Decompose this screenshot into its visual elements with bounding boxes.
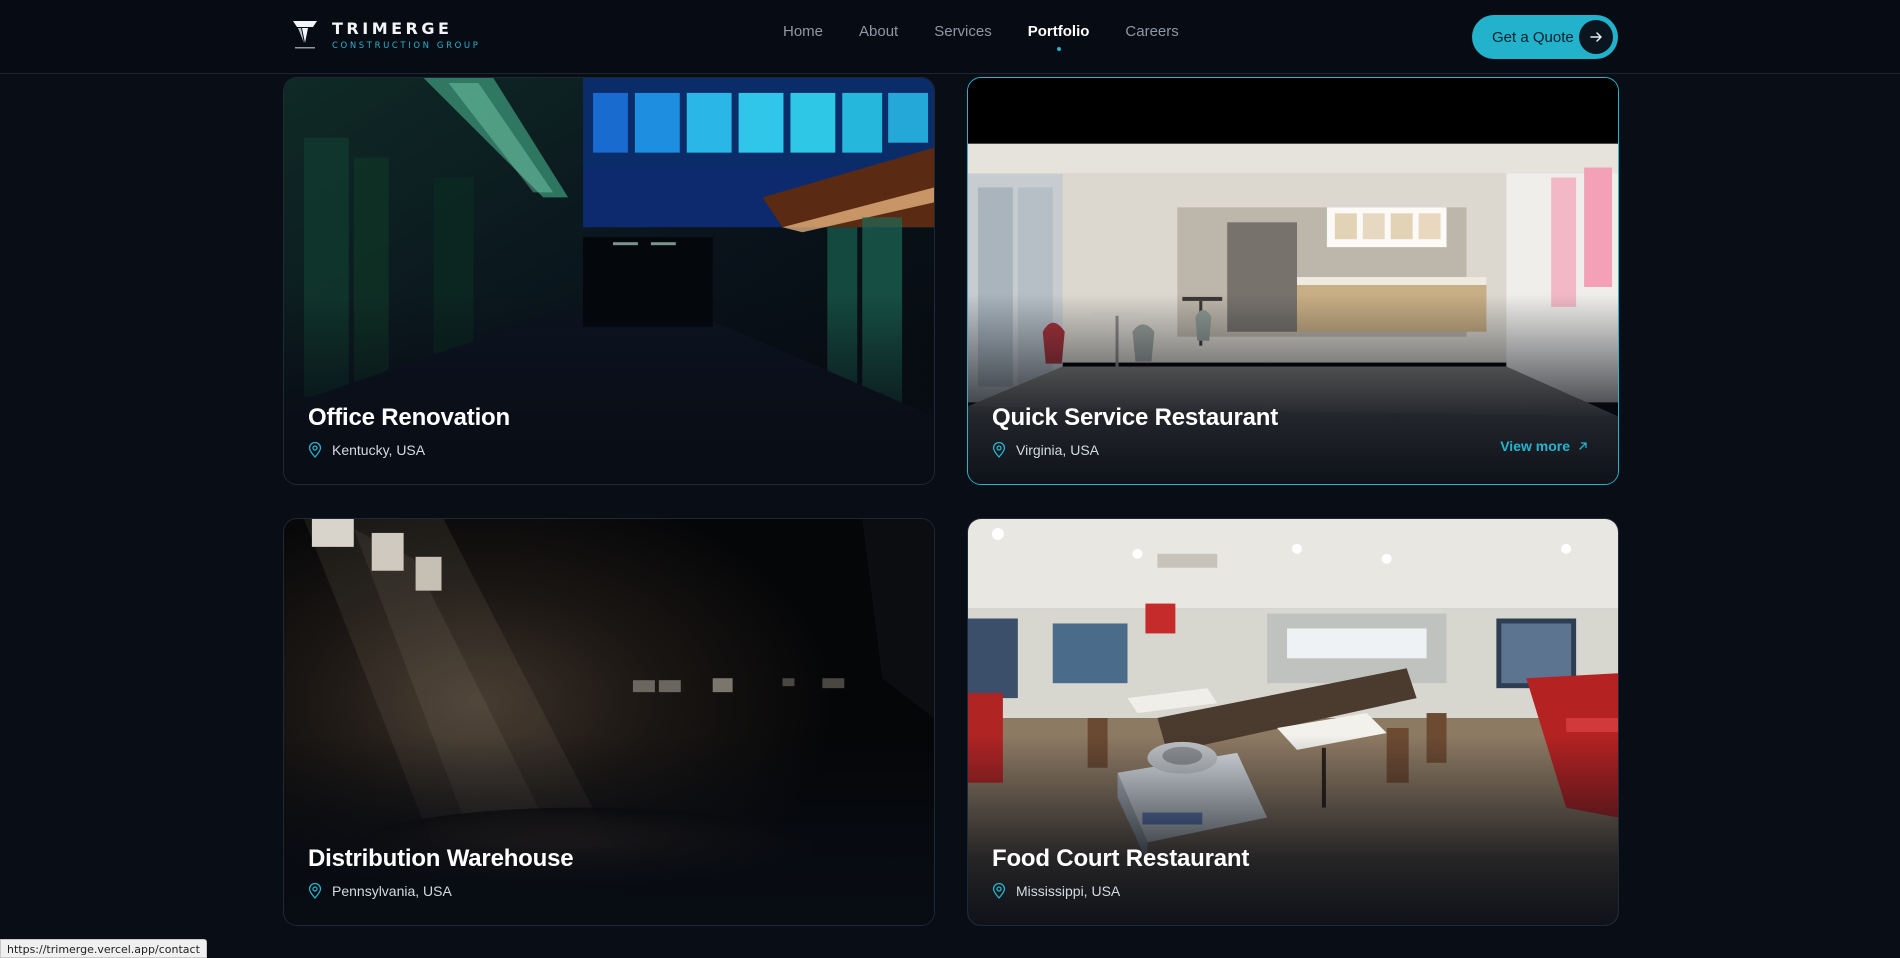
project-title: Quick Service Restaurant xyxy=(992,404,1279,431)
get-a-quote-button[interactable]: Get a Quote xyxy=(1472,15,1618,59)
trimerge-logo-icon xyxy=(293,21,317,49)
main-nav: Home About Services Portfolio Careers xyxy=(783,22,1179,51)
nav-services[interactable]: Services xyxy=(934,22,992,42)
brand-tagline: CONSTRUCTION GROUP xyxy=(332,41,481,51)
project-title: Office Renovation xyxy=(308,404,510,431)
arrow-up-right-icon xyxy=(1579,442,1587,450)
location-pin-icon xyxy=(308,442,322,458)
nav-careers[interactable]: Careers xyxy=(1125,22,1178,42)
get-a-quote-label: Get a Quote xyxy=(1492,28,1574,46)
project-card-office-renovation[interactable]: Office Renovation Kentucky, USA xyxy=(283,77,935,485)
project-title: Distribution Warehouse xyxy=(308,845,574,872)
brand-name: TRIMERGE xyxy=(332,19,453,38)
location-text: Mississippi, USA xyxy=(1016,883,1121,899)
project-location: Kentucky, USA xyxy=(308,442,425,458)
project-card-quick-service-restaurant[interactable]: Quick Service Restaurant Virginia, USA V… xyxy=(967,77,1619,485)
nav-home[interactable]: Home xyxy=(783,22,823,42)
location-pin-icon xyxy=(992,883,1006,899)
view-more-label: View more xyxy=(1500,438,1570,454)
location-pin-icon xyxy=(308,883,322,899)
nav-about[interactable]: About xyxy=(859,22,898,42)
browser-status-url: https://trimerge.vercel.app/contact xyxy=(0,939,207,958)
nav-portfolio[interactable]: Portfolio xyxy=(1028,22,1089,51)
project-location: Virginia, USA xyxy=(992,442,1099,458)
location-text: Virginia, USA xyxy=(1016,442,1100,458)
project-card-distribution-warehouse[interactable]: Distribution Warehouse Pennsylvania, USA xyxy=(283,518,935,926)
project-title: Food Court Restaurant xyxy=(992,845,1250,872)
site-header: TRIMERGE CONSTRUCTION GROUP Home About S… xyxy=(0,0,1900,74)
project-location: Mississippi, USA xyxy=(992,883,1120,899)
project-location: Pennsylvania, USA xyxy=(308,883,452,899)
project-card-food-court-restaurant[interactable]: Food Court Restaurant Mississippi, USA xyxy=(967,518,1619,926)
location-text: Kentucky, USA xyxy=(332,442,426,458)
location-text: Pennsylvania, USA xyxy=(332,883,452,899)
view-more-link[interactable]: View more xyxy=(1500,438,1588,454)
brand-logo-link[interactable]: TRIMERGE CONSTRUCTION GROUP xyxy=(292,19,480,53)
location-pin-icon xyxy=(992,442,1006,458)
arrow-right-icon xyxy=(1579,20,1613,54)
